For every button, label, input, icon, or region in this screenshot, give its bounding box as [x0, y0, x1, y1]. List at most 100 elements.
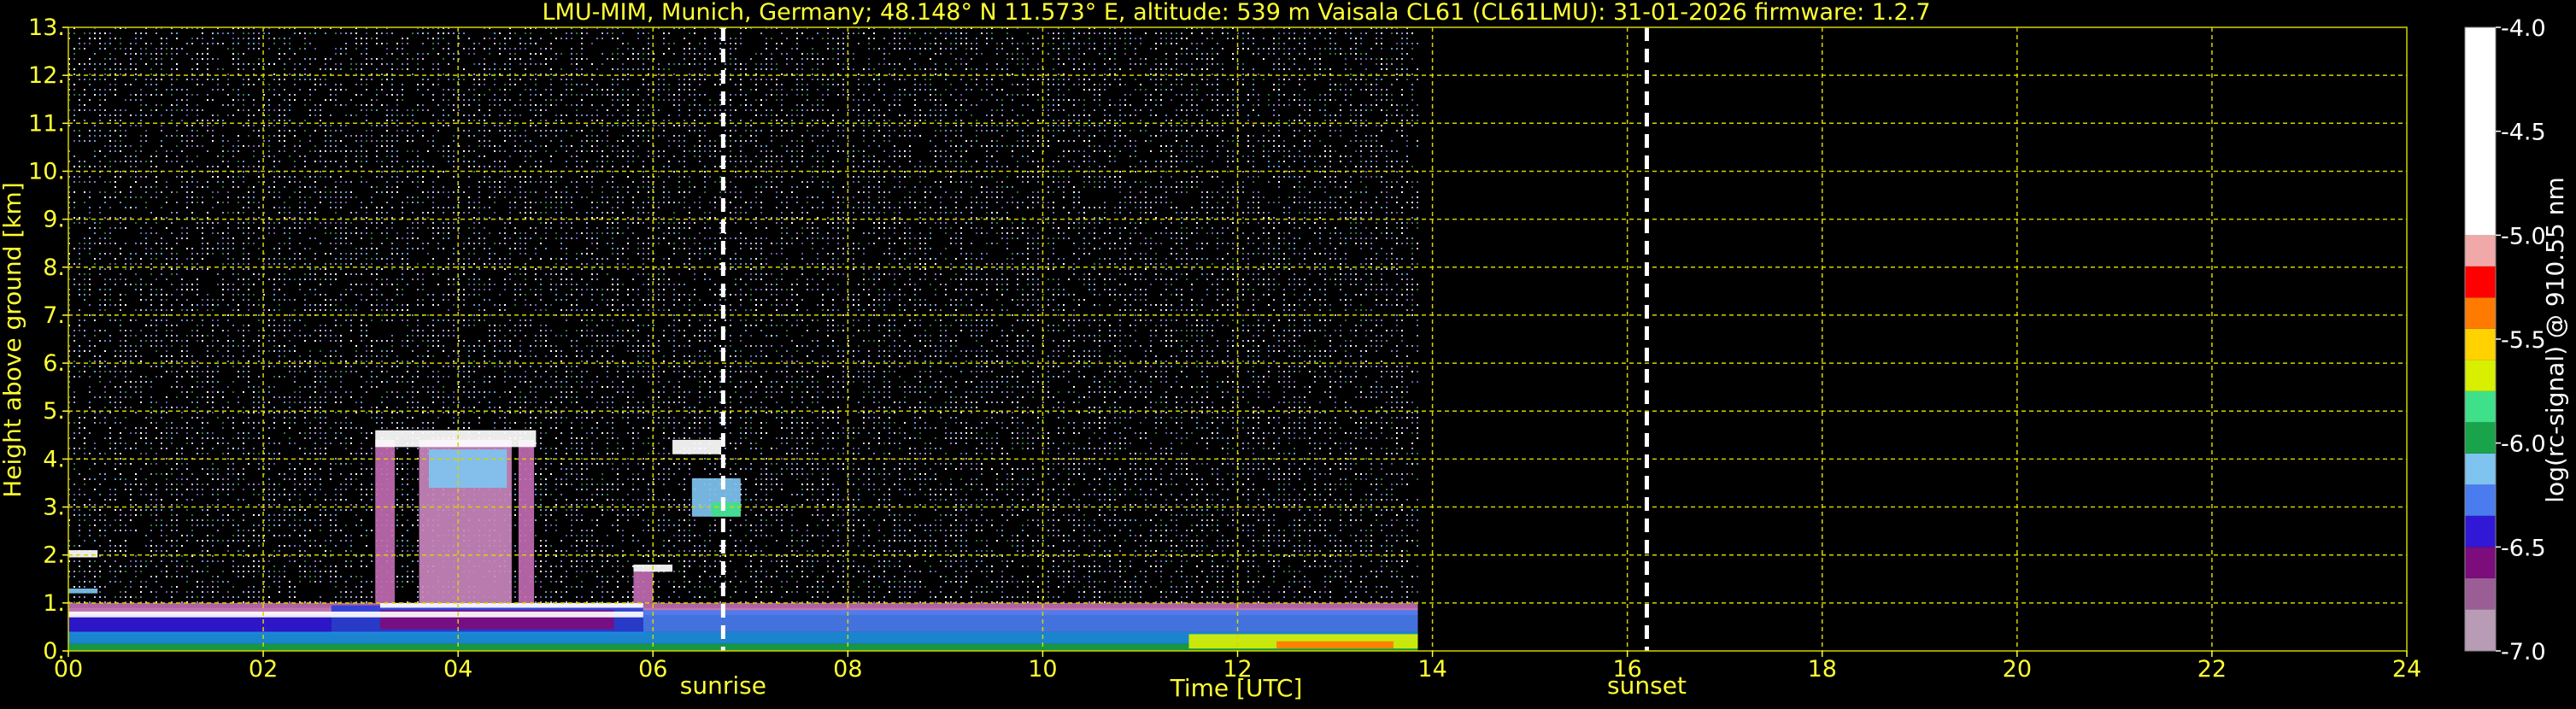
- noise-speckle: [1058, 63, 1059, 65]
- noise-speckle: [883, 125, 885, 126]
- noise-speckle: [222, 140, 224, 142]
- noise-speckle: [960, 58, 962, 60]
- noise-speckle: [704, 38, 706, 39]
- noise-speckle: [776, 120, 777, 121]
- noise-speckle: [1329, 38, 1331, 39]
- noise-speckle: [612, 38, 613, 39]
- noise-speckle: [145, 84, 147, 85]
- noise-speckle: [253, 145, 255, 147]
- noise-speckle: [1263, 58, 1265, 60]
- noise-speckle: [1083, 176, 1085, 178]
- noise-speckle: [1247, 176, 1249, 178]
- noise-speckle: [448, 104, 449, 106]
- noise-speckle: [643, 166, 644, 167]
- noise-speckle: [955, 135, 957, 137]
- noise-speckle: [289, 130, 290, 132]
- noise-speckle: [678, 181, 680, 183]
- noise-speckle: [1186, 63, 1188, 65]
- noise-speckle: [432, 145, 434, 147]
- noise-speckle: [1411, 109, 1413, 111]
- noise-speckle: [576, 166, 578, 167]
- noise-speckle: [591, 114, 593, 116]
- noise-speckle: [484, 58, 485, 60]
- noise-speckle: [202, 43, 203, 44]
- noise-speckle: [212, 196, 214, 198]
- noise-speckle: [1012, 186, 1013, 188]
- noise-speckle: [1340, 84, 1341, 85]
- noise-speckle: [140, 135, 142, 137]
- noise-speckle: [950, 176, 952, 178]
- noise-speckle: [1376, 79, 1377, 80]
- noise-speckle: [976, 140, 977, 142]
- noise-speckle: [1181, 73, 1182, 75]
- noise-speckle: [227, 48, 229, 50]
- noise-speckle: [1022, 63, 1024, 65]
- noise-speckle: [812, 135, 813, 137]
- noise-speckle: [1355, 114, 1357, 116]
- noise-speckle: [345, 48, 347, 50]
- noise-speckle: [161, 130, 162, 132]
- noise-speckle: [914, 63, 916, 65]
- noise-speckle: [402, 68, 403, 70]
- noise-speckle: [350, 191, 352, 193]
- noise-speckle: [735, 68, 736, 70]
- noise-speckle: [509, 53, 511, 55]
- noise-speckle: [699, 109, 701, 111]
- noise-speckle: [99, 130, 101, 132]
- noise-speckle: [566, 84, 567, 85]
- noise-speckle: [955, 161, 957, 162]
- noise-speckle: [791, 120, 793, 121]
- noise-speckle: [350, 135, 352, 137]
- noise-speckle: [986, 155, 988, 157]
- noise-speckle: [396, 135, 398, 137]
- noise-speckle: [1160, 38, 1162, 39]
- noise-speckle: [412, 150, 414, 152]
- noise-speckle: [868, 196, 870, 198]
- noise-speckle: [1360, 63, 1362, 65]
- noise-speckle: [366, 63, 367, 65]
- noise-speckle: [863, 161, 865, 162]
- noise-speckle: [801, 145, 803, 147]
- noise-speckle: [842, 63, 844, 65]
- noise-speckle: [868, 181, 870, 183]
- noise-speckle: [258, 161, 260, 162]
- noise-speckle: [709, 140, 711, 142]
- noise-speckle: [1396, 43, 1398, 44]
- noise-speckle: [601, 63, 603, 65]
- noise-speckle: [448, 191, 449, 193]
- noise-speckle: [371, 135, 373, 137]
- noise-speckle: [494, 191, 496, 193]
- noise-speckle: [412, 109, 414, 111]
- noise-speckle: [432, 191, 434, 193]
- noise-speckle: [243, 161, 244, 162]
- noise-speckle: [309, 63, 311, 65]
- noise-speckle: [545, 196, 547, 198]
- noise-speckle: [289, 181, 290, 183]
- noise-speckle: [263, 32, 265, 34]
- noise-speckle: [745, 99, 747, 101]
- noise-speckle: [263, 140, 265, 142]
- noise-speckle: [227, 166, 229, 167]
- noise-speckle: [1063, 48, 1065, 50]
- noise-speckle: [161, 38, 162, 39]
- noise-speckle: [197, 68, 198, 70]
- noise-speckle: [258, 202, 260, 203]
- noise-speckle: [596, 109, 598, 111]
- noise-speckle: [919, 161, 921, 162]
- noise-speckle: [827, 58, 829, 60]
- noise-speckle: [514, 32, 516, 34]
- noise-speckle: [289, 104, 290, 106]
- noise-speckle: [694, 130, 695, 132]
- noise-speckle: [417, 155, 419, 157]
- noise-speckle: [1058, 140, 1059, 142]
- noise-speckle: [612, 125, 613, 126]
- noise-speckle: [1314, 63, 1316, 65]
- noise-speckle: [1299, 99, 1300, 101]
- noise-speckle: [355, 48, 357, 50]
- noise-speckle: [284, 176, 285, 178]
- noise-speckle: [386, 32, 388, 34]
- noise-speckle: [940, 125, 942, 126]
- noise-speckle: [930, 79, 931, 80]
- noise-speckle: [222, 32, 224, 34]
- noise-speckle: [171, 150, 173, 152]
